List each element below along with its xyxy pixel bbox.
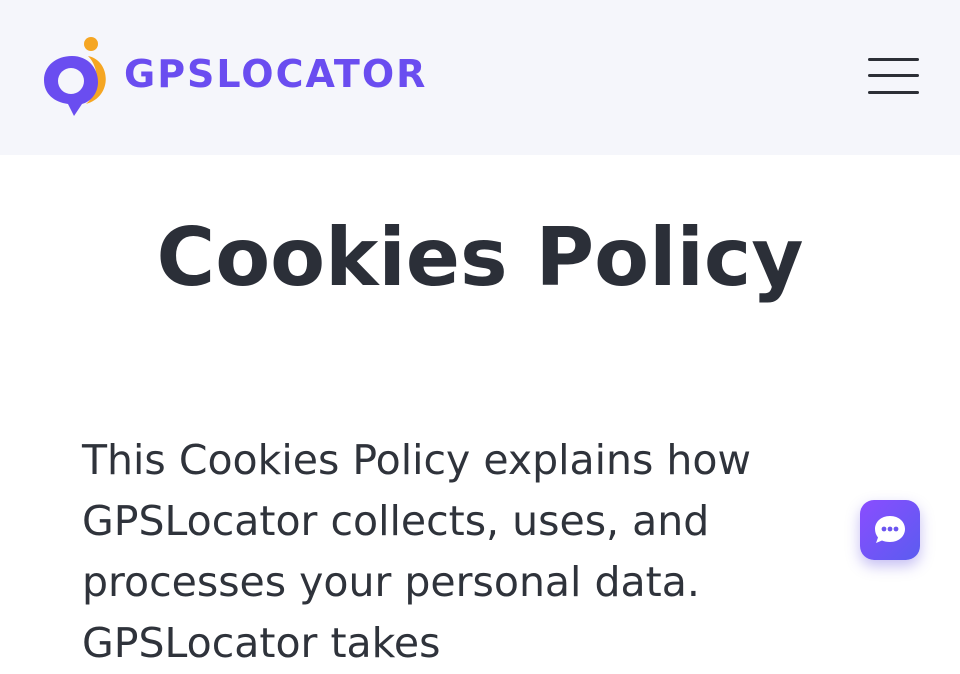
menu-bar bbox=[868, 74, 919, 77]
brand-name: GPSLOCATOR bbox=[124, 52, 428, 96]
menu-bar bbox=[868, 91, 919, 94]
page-title: Cookies Policy bbox=[156, 211, 804, 304]
menu-bar bbox=[868, 58, 919, 61]
chat-bubble-icon bbox=[875, 516, 905, 543]
hamburger-menu-icon[interactable] bbox=[864, 54, 920, 98]
gps-locator-logo-icon bbox=[44, 37, 106, 116]
site-logo[interactable]: GPSLOCATOR bbox=[40, 36, 427, 118]
site-header: GPSLOCATOR bbox=[0, 0, 960, 155]
intro-paragraph: This Cookies Policy explains how GPSLoca… bbox=[82, 436, 752, 667]
chat-button[interactable] bbox=[860, 500, 920, 560]
